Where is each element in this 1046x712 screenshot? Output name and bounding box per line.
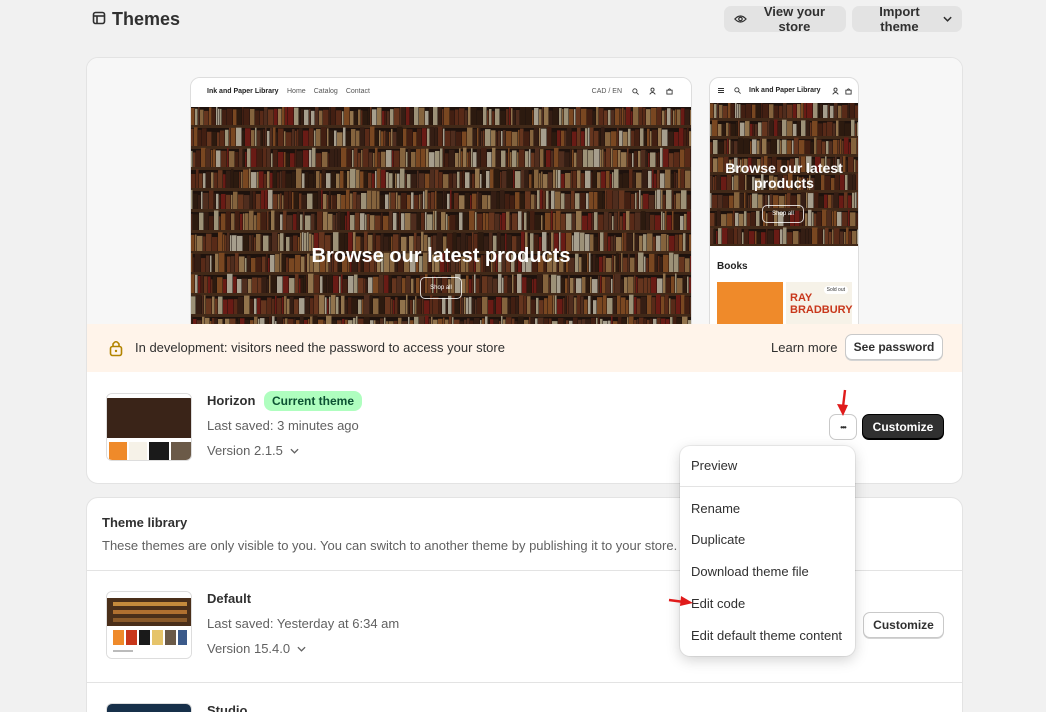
sold-out-badge: Sold out bbox=[823, 286, 848, 294]
search-icon bbox=[734, 87, 741, 94]
menu-item-edit-code[interactable]: Edit code bbox=[691, 596, 745, 611]
mobile-preview-nav: Ink and Paper Library bbox=[710, 78, 858, 103]
menu-item-duplicate[interactable]: Duplicate bbox=[691, 532, 745, 547]
desktop-preview-links: Home Catalog Contact bbox=[287, 88, 370, 95]
theme-last-saved: Last saved: 3 minutes ago bbox=[207, 418, 359, 433]
divider bbox=[87, 682, 962, 683]
desktop-nav-catalog: Catalog bbox=[313, 88, 338, 95]
chevron-down-icon bbox=[290, 448, 299, 454]
development-banner: In development: visitors need the passwo… bbox=[87, 324, 962, 372]
more-actions-button[interactable]: ••• bbox=[829, 414, 857, 440]
import-theme-button[interactable]: Import theme bbox=[852, 4, 962, 34]
theme-thumbnail bbox=[106, 591, 192, 659]
theme-version[interactable]: Version 2.1.5 bbox=[207, 443, 299, 458]
annotation-arrow-icon bbox=[668, 596, 693, 606]
desktop-nav-contact: Contact bbox=[345, 88, 370, 95]
theme-library-description: These themes are only visible to you. Yo… bbox=[102, 538, 678, 553]
current-theme-badge: Current theme bbox=[264, 391, 363, 411]
book-cover-title: RAY BRADBURY bbox=[790, 292, 853, 316]
theme-preview-area[interactable]: Ink and Paper Library Home Catalog Conta… bbox=[87, 58, 962, 326]
mobile-preview: Ink and Paper Library Browse our latest … bbox=[709, 77, 859, 326]
search-icon bbox=[632, 87, 639, 95]
customize-button[interactable]: Customize bbox=[863, 612, 944, 638]
theme-thumbnail-image bbox=[107, 592, 191, 658]
book-cover bbox=[717, 282, 783, 325]
account-icon bbox=[832, 87, 839, 95]
theme-name: Horizon bbox=[207, 393, 256, 408]
mobile-preview-brand: Ink and Paper Library bbox=[749, 87, 821, 94]
chevron-down-icon bbox=[297, 646, 306, 652]
desktop-preview-actions: CAD / EN bbox=[592, 87, 673, 95]
book-cover: RAY BRADBURY Sold out bbox=[786, 282, 853, 325]
theme-library-title: Theme library bbox=[102, 515, 188, 530]
theme-version[interactable]: Version 15.4.0 bbox=[207, 641, 306, 656]
menu-icon bbox=[718, 88, 724, 93]
theme-icon bbox=[92, 9, 106, 30]
more-icon: ••• bbox=[840, 422, 846, 432]
menu-item-preview[interactable]: Preview bbox=[691, 458, 737, 473]
see-password-button[interactable]: See password bbox=[845, 334, 943, 360]
desktop-preview: Ink and Paper Library Home Catalog Conta… bbox=[190, 77, 692, 326]
eye-icon bbox=[734, 15, 747, 23]
menu-item-edit-default-theme-content[interactable]: Edit default theme content bbox=[691, 628, 842, 643]
locale-selector: CAD / EN bbox=[591, 87, 622, 95]
mobile-shop-all: Shop all bbox=[762, 205, 804, 223]
import-theme-label: Import theme bbox=[879, 4, 920, 34]
desktop-nav-home: Home bbox=[287, 88, 306, 95]
customize-button[interactable]: Customize bbox=[862, 414, 944, 440]
mobile-hero-image: Browse our latest products Shop all bbox=[710, 103, 858, 246]
menu-divider bbox=[680, 486, 855, 487]
theme-name: Studio bbox=[207, 703, 248, 712]
page-title-text: Themes bbox=[112, 9, 181, 29]
desktop-preview-nav: Ink and Paper Library Home Catalog Conta… bbox=[191, 78, 691, 107]
desktop-shop-all: Shop all bbox=[420, 277, 462, 299]
learn-more-link[interactable]: Learn more bbox=[771, 340, 837, 355]
page-title: Themes bbox=[92, 9, 180, 30]
mobile-section-title: Books bbox=[717, 261, 748, 272]
theme-last-saved: Last saved: Yesterday at 6:34 am bbox=[207, 616, 400, 631]
theme-actions-menu: Preview Rename Duplicate Download theme … bbox=[680, 446, 855, 656]
account-icon bbox=[649, 87, 656, 95]
theme-thumbnail-image bbox=[107, 394, 191, 460]
lock-icon bbox=[109, 340, 123, 357]
annotation-arrow-icon bbox=[837, 389, 848, 416]
desktop-hero-image: Browse our latest products Shop all bbox=[191, 107, 691, 325]
menu-item-download-theme-file[interactable]: Download theme file bbox=[691, 564, 809, 579]
chevron-down-icon bbox=[943, 16, 952, 22]
current-theme-card: Ink and Paper Library Home Catalog Conta… bbox=[86, 57, 963, 484]
cart-icon bbox=[666, 88, 673, 95]
menu-item-rename[interactable]: Rename bbox=[691, 501, 740, 516]
development-banner-text: In development: visitors need the passwo… bbox=[135, 340, 505, 355]
cart-icon bbox=[845, 88, 852, 95]
theme-version-label: Version 2.1.5 bbox=[207, 443, 283, 458]
view-store-button[interactable]: View your store bbox=[724, 4, 846, 34]
theme-thumbnail bbox=[106, 703, 192, 712]
desktop-preview-brand: Ink and Paper Library bbox=[207, 88, 279, 95]
mobile-hero-title: Browse our latest products bbox=[725, 160, 843, 191]
page-header: Themes View your store Import theme bbox=[92, 4, 962, 34]
theme-thumbnail bbox=[106, 393, 192, 461]
theme-version-label: Version 15.4.0 bbox=[207, 641, 291, 656]
view-store-label: View your store bbox=[763, 4, 826, 34]
desktop-hero-title: Browse our latest products bbox=[311, 245, 571, 267]
theme-name: Default bbox=[207, 591, 252, 606]
